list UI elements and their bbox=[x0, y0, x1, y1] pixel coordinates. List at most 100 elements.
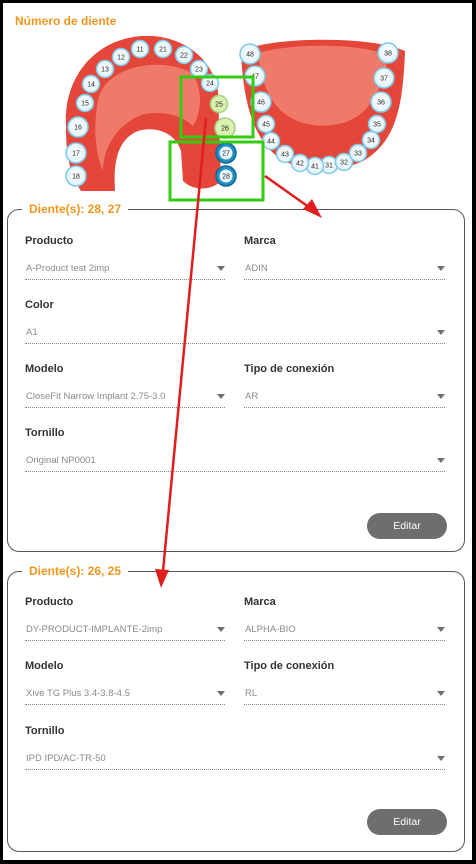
tooth-27[interactable]: 27 bbox=[215, 142, 237, 164]
tooth-28[interactable]: 28 bbox=[215, 165, 237, 187]
tooth-34-label: 34 bbox=[367, 138, 375, 145]
edit-button[interactable]: Editar bbox=[367, 809, 447, 835]
tornillo-select[interactable]: IPD IPD/AC-TR-50 bbox=[25, 748, 445, 770]
tooth-11[interactable]: 11 bbox=[130, 39, 150, 59]
tornillo-label: Tornillo bbox=[25, 725, 65, 737]
producto-select[interactable]: DY-PRODUCT-IMPLANTE-2imp bbox=[25, 619, 225, 641]
tooth-15[interactable]: 15 bbox=[75, 93, 95, 113]
producto-field: Producto DY-PRODUCT-IMPLANTE-2imp bbox=[25, 596, 225, 641]
tooth-44-label: 44 bbox=[267, 139, 275, 146]
marca-select[interactable]: ADIN bbox=[244, 258, 445, 280]
tooth-23[interactable]: 23 bbox=[189, 59, 209, 79]
tooth-12-label: 12 bbox=[117, 55, 125, 62]
marca-field: Marca ADIN bbox=[244, 235, 445, 280]
tooth-18[interactable]: 18 bbox=[65, 165, 87, 187]
tooth-37[interactable]: 37 bbox=[373, 67, 395, 89]
color-value: A1 bbox=[26, 327, 38, 338]
tooth-36-label: 36 bbox=[377, 100, 385, 107]
tornillo-label: Tornillo bbox=[25, 427, 65, 439]
marca-label: Marca bbox=[244, 235, 276, 247]
marca-value: ADIN bbox=[245, 263, 268, 274]
tooth-13-label: 13 bbox=[101, 67, 109, 74]
modelo-select[interactable]: CloseFit Narrow Implant 2.75-3.0 bbox=[25, 386, 225, 408]
implant-form: Número de diente 11 12 13 14 15 16 17 18 21 22 23 2… bbox=[3, 3, 472, 860]
modelo-value: CloseFit Narrow Implant 2.75-3.0 bbox=[26, 391, 166, 402]
chevron-down-icon bbox=[217, 394, 225, 399]
tooth-17-label: 17 bbox=[72, 151, 80, 158]
tooth-21-label: 21 bbox=[159, 47, 167, 54]
tooth-25-label: 25 bbox=[215, 102, 223, 109]
tooth-16[interactable]: 16 bbox=[67, 116, 89, 138]
tooth-36[interactable]: 36 bbox=[370, 91, 392, 113]
panel-1-legend: Diente(s): 28, 27 bbox=[22, 202, 129, 216]
tooth-48[interactable]: 48 bbox=[239, 43, 261, 65]
marca-select[interactable]: ALPHA-BIO bbox=[244, 619, 445, 641]
tooth-26-label: 26 bbox=[221, 126, 229, 133]
tooth-26[interactable]: 26 bbox=[214, 117, 236, 139]
marca-value: ALPHA-BIO bbox=[245, 624, 296, 635]
tooth-11-label: 11 bbox=[136, 47, 143, 54]
producto-value: A-Product test 2imp bbox=[26, 263, 110, 274]
tooth-46-label: 46 bbox=[257, 100, 265, 107]
producto-select[interactable]: A-Product test 2imp bbox=[25, 258, 225, 280]
chevron-down-icon bbox=[437, 627, 445, 632]
dental-chart: 11 12 13 14 15 16 17 18 21 22 2324 25 26 27 28 31 32 33 34… bbox=[65, 35, 405, 202]
tooth-41-label: 41 bbox=[311, 164, 319, 171]
tooth-35[interactable]: 35 bbox=[367, 114, 387, 134]
conexion-value: RL bbox=[245, 688, 258, 699]
tooth-33-label: 33 bbox=[354, 151, 362, 158]
tooth-35-label: 35 bbox=[373, 122, 381, 129]
chevron-down-icon bbox=[437, 266, 445, 271]
tornillo-select[interactable]: Original NP0001 bbox=[25, 450, 445, 472]
conexion-value: AR bbox=[245, 391, 259, 402]
conexion-label: Tipo de conexión bbox=[244, 363, 335, 375]
tooth-43[interactable]: 43 bbox=[275, 144, 295, 164]
tooth-21[interactable]: 21 bbox=[153, 39, 173, 59]
conexion-select[interactable]: AR bbox=[244, 386, 445, 408]
tooth-25[interactable]: 25 bbox=[209, 94, 229, 114]
tooth-44[interactable]: 44 bbox=[261, 131, 281, 151]
conexion-select[interactable]: RL bbox=[244, 683, 445, 705]
tooth-23-label: 23 bbox=[195, 67, 203, 74]
tooth-38-label: 38 bbox=[384, 51, 392, 58]
edit-button[interactable]: Editar bbox=[367, 513, 447, 539]
tooth-24-label: 24 bbox=[206, 81, 214, 88]
color-label: Color bbox=[25, 299, 54, 311]
color-select[interactable]: A1 bbox=[25, 322, 445, 344]
tooth-22-label: 22 bbox=[180, 53, 188, 60]
tooth-16-label: 16 bbox=[74, 125, 82, 132]
chevron-down-icon bbox=[217, 266, 225, 271]
tornillo-field: Tornillo IPD IPD/AC-TR-50 bbox=[25, 725, 445, 770]
tooth-22[interactable]: 22 bbox=[174, 45, 194, 65]
chevron-down-icon bbox=[437, 330, 445, 335]
tooth-31-label: 31 bbox=[325, 163, 333, 170]
modelo-label: Modelo bbox=[25, 660, 64, 672]
tornillo-value: IPD IPD/AC-TR-50 bbox=[26, 753, 106, 764]
tooth-37-label: 37 bbox=[380, 76, 388, 83]
tooth-18-label: 18 bbox=[72, 174, 80, 181]
tooth-38[interactable]: 38 bbox=[377, 42, 399, 64]
tooth-17[interactable]: 17 bbox=[65, 142, 87, 164]
tooth-43-label: 43 bbox=[281, 152, 289, 159]
tooth-42[interactable]: 42 bbox=[290, 153, 310, 173]
tooth-14-label: 14 bbox=[87, 82, 95, 89]
tooth-14[interactable]: 14 bbox=[81, 74, 101, 94]
tooth-13[interactable]: 13 bbox=[95, 59, 115, 79]
implant-panel-2: Diente(s): 26, 25 Producto DY-PRODUCT-IM… bbox=[7, 564, 465, 852]
modelo-field: Modelo CloseFit Narrow Implant 2.75-3.0 bbox=[25, 363, 225, 408]
tooth-34[interactable]: 34 bbox=[361, 130, 381, 150]
tooth-33[interactable]: 33 bbox=[348, 143, 368, 163]
modelo-select[interactable]: Xive TG Plus 3.4-3.8-4.5 bbox=[25, 683, 225, 705]
tooth-48-label: 48 bbox=[246, 52, 254, 59]
tooth-41[interactable]: 41 bbox=[305, 156, 325, 176]
chevron-down-icon bbox=[437, 691, 445, 696]
tooth-45[interactable]: 45 bbox=[256, 114, 276, 134]
implant-panel-1: Diente(s): 28, 27 Producto A-Product tes… bbox=[7, 202, 465, 552]
conexion-field: Tipo de conexión RL bbox=[244, 660, 445, 705]
producto-field: Producto A-Product test 2imp bbox=[25, 235, 225, 280]
marca-label: Marca bbox=[244, 596, 276, 608]
chevron-down-icon bbox=[217, 691, 225, 696]
tooth-12[interactable]: 12 bbox=[111, 47, 131, 67]
modelo-value: Xive TG Plus 3.4-3.8-4.5 bbox=[26, 688, 130, 699]
tornillo-value: Original NP0001 bbox=[26, 455, 96, 466]
